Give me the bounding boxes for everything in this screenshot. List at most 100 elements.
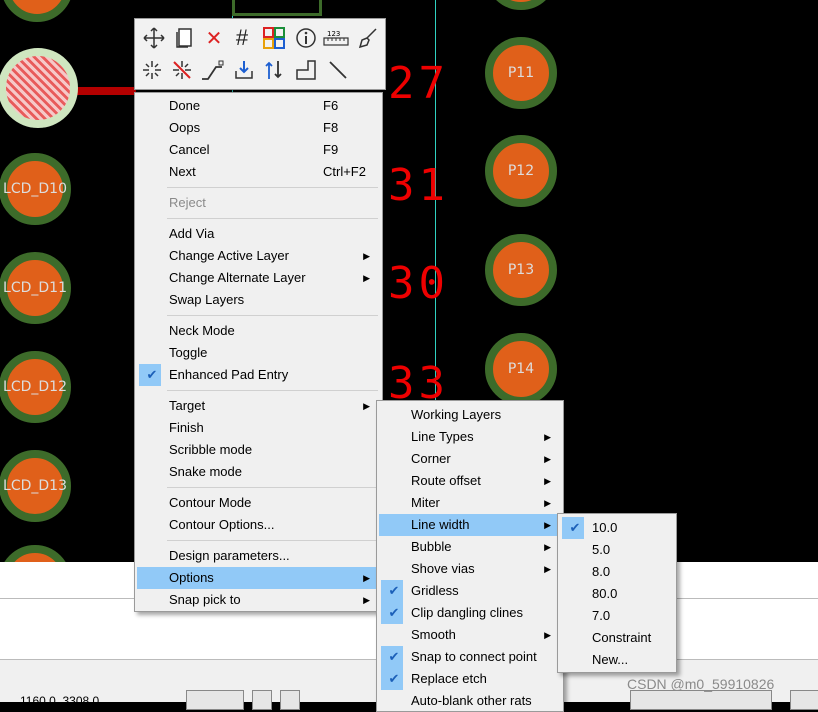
menu-item-snake-mode[interactable]: Snake mode	[137, 461, 380, 483]
menu-item-contour-mode[interactable]: Contour Mode	[137, 492, 380, 514]
menu-item-clip-dangling-clines[interactable]: ✔ Clip dangling clines	[379, 602, 561, 624]
menu-item-line-width[interactable]: Line width ▶	[379, 514, 561, 536]
menu-item-toggle[interactable]: Toggle	[137, 342, 380, 364]
checkmark-icon: ✔	[388, 583, 400, 598]
menu-item-corner[interactable]: Corner ▶	[379, 448, 561, 470]
pad-p13[interactable]: P13	[485, 234, 557, 306]
pad[interactable]	[485, 0, 557, 10]
menu-item-cancel[interactable]: Cancel F9	[137, 139, 380, 161]
menu-item-replace-etch[interactable]: ✔ Replace etch	[379, 668, 561, 690]
pad-p11[interactable]: P11	[485, 37, 557, 109]
menu-item-route-offset[interactable]: Route offset ▶	[379, 470, 561, 492]
menu-item-shove-vias[interactable]: Shove vias ▶	[379, 558, 561, 580]
menu-item-constraint[interactable]: Constraint	[560, 627, 674, 649]
menu-item-smooth[interactable]: Smooth ▶	[379, 624, 561, 646]
measure-icon[interactable]: 123	[323, 25, 349, 51]
menu-label: Options	[169, 570, 214, 585]
pad-lcd-d11[interactable]: LCD_D11	[0, 252, 71, 324]
status-button[interactable]	[280, 690, 300, 710]
line-icon[interactable]	[325, 57, 351, 83]
menu-separator	[167, 540, 378, 541]
no-spark-icon[interactable]	[169, 57, 195, 83]
menu-item-done[interactable]: Done F6	[137, 95, 380, 117]
menu-item-width-80[interactable]: 80.0	[560, 583, 674, 605]
copy-icon[interactable]	[171, 25, 197, 51]
menu-separator	[167, 315, 378, 316]
menu-label: Route offset	[411, 473, 481, 488]
menu-label: 7.0	[592, 608, 611, 623]
status-field[interactable]	[790, 690, 818, 710]
menu-item-contour-options[interactable]: Contour Options...	[137, 514, 380, 536]
menu-label: Line Types	[411, 429, 474, 444]
menu-item-working-layers[interactable]: Working Layers	[379, 404, 561, 426]
menu-item-oops[interactable]: Oops F8	[137, 117, 380, 139]
submenu-arrow-icon: ▶	[544, 476, 551, 486]
menu-label: Snake mode	[169, 464, 242, 479]
menu-item-options[interactable]: Options ▶	[137, 567, 380, 589]
menu-separator	[167, 390, 378, 391]
coordinate-readout: 1160.0, 3308.0	[20, 694, 100, 708]
spark-icon[interactable]	[139, 57, 165, 83]
checkmark-icon: ✔	[388, 605, 400, 620]
menu-label: New...	[592, 652, 629, 667]
menu-item-target[interactable]: Target ▶	[137, 395, 380, 417]
component-outline	[232, 0, 322, 16]
menu-label: 8.0	[592, 564, 611, 579]
menu-item-scribble-mode[interactable]: Scribble mode	[137, 439, 380, 461]
info-icon[interactable]	[293, 25, 319, 51]
download-icon[interactable]	[231, 57, 257, 83]
menu-item-line-types[interactable]: Line Types ▶	[379, 426, 561, 448]
pad-p14[interactable]: P14	[485, 333, 557, 405]
step-icon[interactable]	[293, 57, 319, 83]
selected-pad[interactable]	[0, 48, 78, 128]
menu-label: Gridless	[411, 583, 459, 598]
menu-item-gridless[interactable]: ✔ Gridless	[379, 580, 561, 602]
menu-item-neck-mode[interactable]: Neck Mode	[137, 320, 380, 342]
menu-item-finish[interactable]: Finish	[137, 417, 380, 439]
shortcut-label: F6	[323, 98, 339, 113]
menu-label: Clip dangling clines	[411, 605, 524, 620]
menu-item-change-alternate-layer[interactable]: Change Alternate Layer ▶	[137, 267, 380, 289]
status-field[interactable]	[186, 690, 244, 710]
menu-item-miter[interactable]: Miter ▶	[379, 492, 561, 514]
menu-separator	[167, 487, 378, 488]
menu-item-enhanced-pad-entry[interactable]: ✔ Enhanced Pad Entry	[137, 364, 380, 386]
menu-label: Snap to connect point	[411, 649, 537, 664]
menu-item-design-parameters[interactable]: Design parameters...	[137, 545, 380, 567]
menu-item-change-active-layer[interactable]: Change Active Layer ▶	[137, 245, 380, 267]
swap-icon[interactable]	[261, 57, 287, 83]
menu-item-snap-pick-to[interactable]: Snap pick to ▶	[137, 589, 380, 611]
menu-item-width-5[interactable]: 5.0	[560, 539, 674, 561]
net-number: 30	[388, 258, 449, 309]
shortcut-label: F8	[323, 120, 339, 135]
pad-lcd-d12[interactable]: LCD_D12	[0, 351, 71, 423]
menu-item-add-via[interactable]: Add Via	[137, 223, 380, 245]
menu-item-auto-blank-other-rats[interactable]: Auto-blank other rats	[379, 690, 561, 712]
pad-label: P11	[507, 65, 535, 81]
pad-p12[interactable]: P12	[485, 135, 557, 207]
menu-item-bubble[interactable]: Bubble ▶	[379, 536, 561, 558]
pad[interactable]	[1, 0, 73, 22]
pad-lcd-d13[interactable]: LCD_D13	[0, 450, 71, 522]
grid-icon[interactable]: #	[229, 25, 255, 51]
status-field[interactable]	[630, 690, 772, 710]
pad-lcd-d10[interactable]: LCD_D10	[0, 153, 71, 225]
route-icon[interactable]	[199, 57, 225, 83]
menu-item-next[interactable]: Next Ctrl+F2	[137, 161, 380, 183]
menu-label: 5.0	[592, 542, 611, 557]
move-icon[interactable]	[141, 25, 167, 51]
menu-item-width-7[interactable]: 7.0	[560, 605, 674, 627]
menu-item-swap-layers[interactable]: Swap Layers	[137, 289, 380, 311]
menu-label: Toggle	[169, 345, 208, 360]
menu-item-width-8[interactable]: 8.0	[560, 561, 674, 583]
status-button[interactable]	[252, 690, 272, 710]
color-icon[interactable]	[261, 25, 287, 51]
menu-item-snap-to-connect-point[interactable]: ✔ Snap to connect point	[379, 646, 561, 668]
menu-item-width-10[interactable]: ✔ 10.0	[560, 517, 674, 539]
clean-icon[interactable]	[355, 25, 381, 51]
menu-item-new-width[interactable]: New...	[560, 649, 674, 671]
submenu-arrow-icon: ▶	[544, 432, 551, 442]
delete-icon[interactable]: ✕	[201, 25, 227, 51]
pad[interactable]	[0, 545, 71, 562]
menu-label: 80.0	[592, 586, 618, 601]
